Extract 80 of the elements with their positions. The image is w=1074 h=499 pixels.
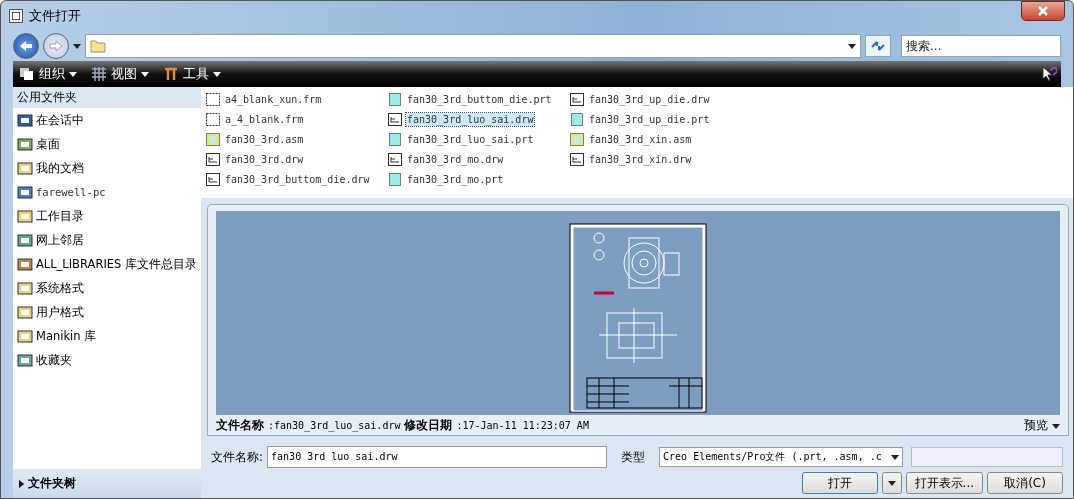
sidebar-item[interactable]: 桌面	[13, 132, 201, 156]
search-field[interactable]: 搜索...	[901, 35, 1061, 57]
window-title: 文件打开	[29, 7, 81, 25]
part-file-icon	[569, 111, 585, 127]
type-dropdown[interactable]: Creo Elements/Pro文件 (.prt, .asm, .c	[659, 447, 904, 467]
toolbar-menu-button[interactable]: 组织	[17, 65, 79, 83]
part-file-icon	[387, 171, 403, 187]
drawing-file-icon	[569, 91, 585, 107]
folder-tree-toggle[interactable]: 文件夹树	[13, 469, 201, 498]
window-icon	[9, 9, 23, 23]
modified-date-value: :17-Jan-11 11:23:07 AM	[456, 419, 589, 431]
drawing-file-icon	[387, 111, 403, 127]
history-caret-icon	[73, 43, 81, 49]
part-file-icon	[387, 91, 403, 107]
sidebar-item[interactable]: 在会话中	[13, 108, 201, 132]
caret-icon	[69, 71, 77, 77]
file-item[interactable]: fan30_3rd_xin.asm	[569, 129, 751, 149]
frame-file-icon	[205, 111, 221, 127]
sidebar-item[interactable]: Manikin 库	[13, 324, 201, 348]
drawing-file-icon	[387, 151, 403, 167]
file-item[interactable]: fan30_3rd_buttom_die.drw	[205, 169, 387, 189]
open-button[interactable]: 打开	[801, 472, 878, 494]
type-label: 类型	[621, 448, 646, 466]
toolbar-menu-button[interactable]: 工具	[161, 65, 223, 83]
back-button[interactable]	[13, 33, 39, 59]
grid-icon	[91, 67, 107, 81]
drawing-file-icon	[569, 151, 585, 167]
file-name-value: :fan30_3rd_luo_sai.drw	[268, 419, 401, 431]
file-item[interactable]: fan30_3rd_mo.drw	[387, 149, 569, 169]
help-cursor-icon[interactable]	[1041, 66, 1057, 82]
file-item[interactable]: a_4_blank.frm	[205, 109, 387, 129]
frame-file-icon	[205, 91, 221, 107]
file-item[interactable]: fan30_3rd_luo_sai.prt	[387, 129, 569, 149]
drawing-file-icon	[205, 151, 221, 167]
close-icon	[1038, 6, 1048, 16]
caret-icon	[213, 71, 221, 77]
caret-icon	[1052, 423, 1061, 429]
caret-icon	[891, 454, 900, 460]
file-item[interactable]: fan30_3rd_luo_sai.drw	[387, 109, 569, 129]
forward-arrow-icon	[49, 40, 63, 52]
caret-icon	[887, 480, 896, 486]
file-item[interactable]: fan30_3rd_up_die.prt	[569, 109, 751, 129]
file-item[interactable]: a4_blank_xun.frm	[205, 89, 387, 109]
file-name-label: 文件名称	[216, 416, 264, 434]
assembly-file-icon	[569, 131, 585, 147]
forward-button[interactable]	[43, 33, 69, 59]
caret-icon	[141, 71, 149, 77]
refresh-button[interactable]	[865, 35, 891, 57]
file-item[interactable]: fan30_3rd.drw	[205, 149, 387, 169]
file-name-field[interactable]: fan30_3rd_luo_sai.drw	[267, 446, 608, 468]
drawing-file-icon	[205, 171, 221, 187]
assembly-file-icon	[205, 131, 221, 147]
modified-date-label: 修改日期	[404, 416, 453, 434]
sidebar-item[interactable]: 我的文档	[13, 156, 201, 180]
sidebar-item[interactable]: 系统格式	[13, 276, 201, 300]
caret-icon	[848, 43, 856, 49]
back-arrow-icon	[19, 40, 33, 52]
file-item[interactable]: fan30_3rd_up_die.drw	[569, 89, 751, 109]
file-item[interactable]: fan30_3rd_buttom_die.prt	[387, 89, 569, 109]
dialog-button[interactable]: 取消(C)	[987, 472, 1064, 494]
sidebar-item[interactable]: 收藏夹	[13, 348, 201, 372]
sidebar-item[interactable]: 工作目录	[13, 204, 201, 228]
tools-icon	[163, 67, 179, 81]
preview-toggle[interactable]: 预览	[1024, 416, 1061, 434]
part-file-icon	[387, 131, 403, 147]
pages-icon	[19, 67, 35, 81]
dialog-button[interactable]: 打开表示...	[905, 472, 984, 494]
close-button[interactable]	[1021, 1, 1065, 21]
file-item[interactable]: fan30_3rd_xin.drw	[569, 149, 751, 169]
sidebar-item[interactable]: 网上邻居	[13, 228, 201, 252]
sidebar-heading: 公用文件夹	[13, 87, 201, 108]
sidebar-item[interactable]: 用户格式	[13, 300, 201, 324]
toolbar-menu-button[interactable]: 视图	[89, 65, 151, 83]
sidebar-item[interactable]: ALL_LIBRARIES 库文件总目录	[13, 252, 201, 276]
file-item[interactable]: fan30_3rd.asm	[205, 129, 387, 149]
file-name-field-label: 文件名称:	[211, 448, 264, 466]
file-item[interactable]: fan30_3rd_mo.prt	[387, 169, 569, 189]
expand-arrow-icon	[19, 479, 24, 488]
sidebar-item[interactable]: farewell-pc	[13, 180, 201, 204]
open-options-button[interactable]	[881, 472, 902, 494]
